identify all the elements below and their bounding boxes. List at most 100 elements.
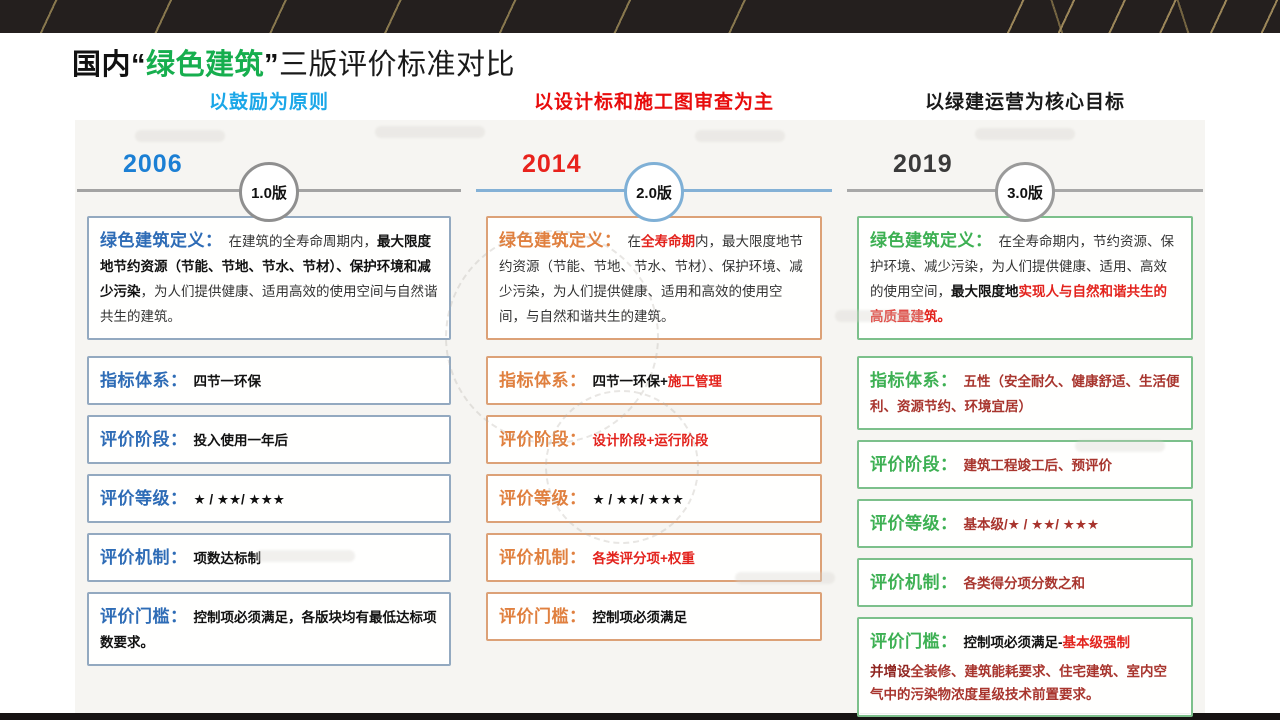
attribute-box: 评价机制： 各类评分项+权重 — [486, 533, 822, 582]
attribute-label: 评价阶段： — [499, 430, 587, 449]
text-segment: 并增设 — [870, 664, 911, 679]
attribute-box: 绿色建筑定义：在建筑的全寿命周期内，最大限度地节约资源（节能、节地、节水、节材）… — [87, 216, 451, 340]
attribute-label: 绿色建筑定义： — [870, 231, 993, 250]
column-header: 以设计标和施工图审查为主 — [486, 87, 822, 114]
version-column: 2006 1.0版 绿色建筑定义：在建筑的全寿命周期内，最大限度地节约资源（节能… — [87, 126, 451, 717]
version-badge: 3.0版 — [995, 162, 1055, 222]
text-segment: 四节一环保 — [194, 374, 262, 389]
attribute-label: 评价阶段： — [870, 455, 958, 474]
version-label: 2.0版 — [636, 182, 672, 203]
version-label: 1.0版 — [251, 182, 287, 203]
attribute-label: 绿色建筑定义： — [100, 231, 223, 250]
attribute-box: 评价等级：★ / ★★/ ★★★ — [486, 474, 822, 523]
text-segment: 全寿命期 — [641, 234, 695, 249]
timeline: 2006 1.0版 — [87, 126, 451, 216]
attribute-label: 评价门槛： — [100, 607, 188, 626]
timeline: 2019 3.0版 — [857, 126, 1193, 216]
page-title: 国内“绿色建筑”三版评价标准对比 — [72, 47, 1280, 83]
attribute-rows: 绿色建筑定义：在全寿命期内，节约资源、保护环境、减少污染，为人们提供健康、适用、… — [857, 216, 1193, 717]
column-header: 以绿建运营为核心目标 — [857, 87, 1193, 114]
attribute-box: 指标体系：五性（安全耐久、健康舒适、生活便利、资源节约、环境宜居） — [857, 356, 1193, 430]
title-suffix: 三版评价标准对比 — [279, 49, 515, 81]
attribute-value: 控制项必须满足 — [593, 610, 688, 625]
text-segment: 项数达标制 — [194, 551, 262, 566]
attribute-box: 评价门槛：控制项必须满足-基本级强制 并增设全装修、建筑能耗要求、住宅建筑、室内… — [857, 617, 1193, 717]
year-label: 2019 — [893, 150, 953, 179]
attribute-value: 控制项必须满足-基本级强制 — [964, 635, 1131, 650]
text-segment: 最大限度地 — [951, 284, 1019, 299]
version-label: 3.0版 — [1007, 182, 1043, 203]
text-segment: 施工管理 — [668, 374, 722, 389]
text-segment: 基本级强制 — [1063, 635, 1131, 650]
timeline: 2014 2.0版 — [486, 126, 822, 216]
attribute-value: 设计阶段+运行阶段 — [593, 433, 709, 448]
text-segment: 设计阶段+运行阶段 — [593, 433, 709, 448]
column-headers-row: 以鼓励为原则 以设计标和施工图审查为主 以绿建运营为核心目标 — [75, 87, 1205, 114]
attribute-extra: 并增设全装修、建筑能耗要求、住宅建筑、室内空气中的污染物浓度星级技术前置要求。 — [870, 660, 1180, 707]
year-label: 2014 — [522, 150, 582, 179]
attribute-box: 评价阶段： 投入使用一年后 — [87, 415, 451, 464]
text-segment: 在 — [628, 234, 642, 249]
attribute-value: 四节一环保 — [194, 374, 262, 389]
column-header: 以鼓励为原则 — [87, 87, 451, 114]
version-badge: 1.0版 — [239, 162, 299, 222]
attribute-value: 建筑工程竣工后、预评价 — [964, 458, 1113, 473]
text-segment: ，为人们提供健康、适用高效的使用空间与自然谐共生的建筑。 — [100, 284, 438, 324]
attribute-box: 绿色建筑定义：在全寿命期内，最大限度地节约资源（节能、节地、节水、节材）、保护环… — [486, 216, 822, 340]
comparison-panel: 2006 1.0版 绿色建筑定义：在建筑的全寿命周期内，最大限度地节约资源（节能… — [75, 120, 1205, 720]
attribute-label: 指标体系： — [499, 371, 587, 390]
attribute-label: 评价等级： — [100, 489, 188, 508]
version-column: 2019 3.0版 绿色建筑定义：在全寿命期内，节约资源、保护环境、减少污染，为… — [857, 126, 1193, 717]
text-segment: 各类评分项+权重 — [593, 551, 695, 566]
version-columns: 2006 1.0版 绿色建筑定义：在建筑的全寿命周期内，最大限度地节约资源（节能… — [87, 126, 1193, 717]
text-segment: 基本级/★ / ★★/ ★★★ — [964, 517, 1100, 532]
attribute-value: 各类得分项分数之和 — [964, 576, 1086, 591]
attribute-value: ★ / ★★/ ★★★ — [194, 492, 285, 507]
attribute-box: 评价阶段： 建筑工程竣工后、预评价 — [857, 440, 1193, 489]
text-segment: 控制项必须满足- — [964, 635, 1063, 650]
attribute-label: 评价阶段： — [100, 430, 188, 449]
attribute-value: 基本级/★ / ★★/ ★★★ — [964, 517, 1100, 532]
text-segment: ★ / ★★/ ★★★ — [194, 492, 285, 507]
text-segment: 在建筑的全寿命周期内， — [229, 234, 378, 249]
attribute-label: 评价等级： — [870, 514, 958, 533]
attribute-box: 评价机制： 项数达标制 — [87, 533, 451, 582]
title-quote-close: ” — [264, 49, 279, 81]
text-segment: 投入使用一年后 — [194, 433, 289, 448]
attribute-value: 投入使用一年后 — [194, 433, 289, 448]
version-badge: 2.0版 — [624, 162, 684, 222]
gold-lines-left-decor — [0, 0, 794, 33]
attribute-rows: 绿色建筑定义：在建筑的全寿命周期内，最大限度地节约资源（节能、节地、节水、节材）… — [87, 216, 451, 666]
attribute-box: 评价等级： 基本级/★ / ★★/ ★★★ — [857, 499, 1193, 548]
text-segment: ★ / ★★/ ★★★ — [593, 492, 684, 507]
text-segment: 全装修、建筑能耗要求、住宅建筑、室内空气中的污染物浓度星级技术前置要求。 — [870, 664, 1167, 703]
text-segment: 建筑工程竣工后、预评价 — [964, 458, 1113, 473]
year-label: 2006 — [123, 150, 183, 179]
attribute-box: 指标体系： 四节一环保+施工管理 — [486, 356, 822, 405]
attribute-box: 评价门槛： 控制项必须满足 — [486, 592, 822, 641]
attribute-box: 评价阶段： 设计阶段+运行阶段 — [486, 415, 822, 464]
text-segment: 各类得分项分数之和 — [964, 576, 1086, 591]
attribute-label: 评价机制： — [499, 548, 587, 567]
text-segment: 控制项必须满足 — [593, 610, 688, 625]
attribute-box: 指标体系： 四节一环保 — [87, 356, 451, 405]
attribute-value: 项数达标制 — [194, 551, 262, 566]
presentation-slide: 国内“绿色建筑”三版评价标准对比 以鼓励为原则 以设计标和施工图审查为主 以绿建运营… — [0, 0, 1280, 720]
attribute-box: 评价门槛：控制项必须满足，各版块均有最低达标项数要求。 — [87, 592, 451, 666]
attribute-value: 四节一环保+施工管理 — [593, 374, 722, 389]
version-column: 2014 2.0版 绿色建筑定义：在全寿命期内，最大限度地节约资源（节能、节地、… — [486, 126, 822, 717]
attribute-box: 评价机制：各类得分项分数之和 — [857, 558, 1193, 607]
attribute-rows: 绿色建筑定义：在全寿命期内，最大限度地节约资源（节能、节地、节水、节材）、保护环… — [486, 216, 822, 641]
attribute-label: 评价机制： — [100, 548, 188, 567]
attribute-box: 绿色建筑定义：在全寿命期内，节约资源、保护环境、减少污染，为人们提供健康、适用、… — [857, 216, 1193, 340]
top-decor-bar — [0, 0, 1280, 33]
text-segment: 四节一环保+ — [593, 374, 668, 389]
title-prefix: 国内“ — [72, 49, 146, 81]
attribute-label: 指标体系： — [870, 371, 958, 390]
title-highlight: 绿色建筑 — [146, 49, 264, 81]
attribute-value: ★ / ★★/ ★★★ — [593, 492, 684, 507]
attribute-label: 评价门槛： — [499, 607, 587, 626]
attribute-label: 指标体系： — [100, 371, 188, 390]
gold-lines-right-decor — [998, 0, 1280, 33]
attribute-box: 评价等级： ★ / ★★/ ★★★ — [87, 474, 451, 523]
